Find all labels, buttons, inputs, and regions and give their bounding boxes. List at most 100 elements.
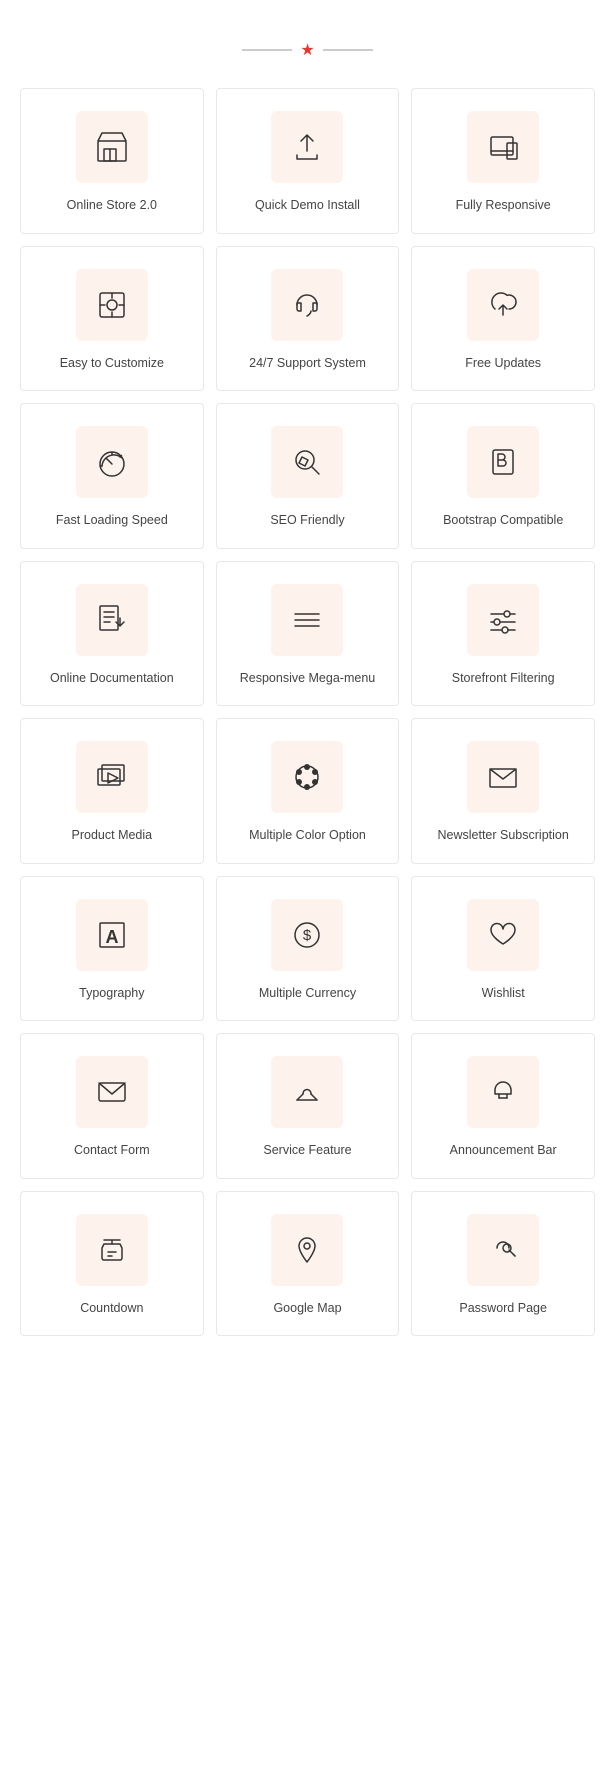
feature-label-password-page: Password Page (459, 1300, 547, 1318)
feature-card-password-page: Password Page (411, 1191, 595, 1337)
feature-label-wishlist: Wishlist (482, 985, 525, 1003)
seo-friendly-icon-box (271, 426, 343, 498)
bootstrap-icon-box (467, 426, 539, 498)
feature-label-storefront: Storefront Filtering (452, 670, 555, 688)
fast-loading-icon-box (76, 426, 148, 498)
features-grid: Online Store 2.0 Quick Demo Install Full… (20, 88, 595, 1336)
feature-label-mega-menu: Responsive Mega-menu (240, 670, 376, 688)
support-system-icon (289, 287, 325, 323)
product-media-icon-box (76, 741, 148, 813)
feature-card-service-feature: Service Feature (216, 1033, 400, 1179)
feature-card-online-docs: Online Documentation (20, 561, 204, 707)
feature-card-online-store: Online Store 2.0 (20, 88, 204, 234)
feature-card-storefront: Storefront Filtering (411, 561, 595, 707)
feature-label-online-store: Online Store 2.0 (67, 197, 157, 215)
color-option-icon-box (271, 741, 343, 813)
mega-menu-icon-box (271, 584, 343, 656)
divider-line-right (323, 49, 373, 51)
feature-label-easy-customize: Easy to Customize (60, 355, 164, 373)
feature-card-google-map: Google Map (216, 1191, 400, 1337)
feature-card-color-option: Multiple Color Option (216, 718, 400, 864)
typography-icon-box: A (76, 899, 148, 971)
feature-label-currency: Multiple Currency (259, 985, 356, 1003)
feature-label-countdown: Countdown (80, 1300, 143, 1318)
currency-icon-box: $ (271, 899, 343, 971)
contact-form-icon-box (76, 1056, 148, 1128)
product-media-icon (94, 759, 130, 795)
svg-text:A: A (105, 927, 118, 947)
fast-loading-icon (94, 444, 130, 480)
newsletter-icon (485, 759, 521, 795)
feature-card-easy-customize: Easy to Customize (20, 246, 204, 392)
feature-label-seo-friendly: SEO Friendly (270, 512, 344, 530)
fully-responsive-icon (485, 129, 521, 165)
service-feature-icon (289, 1074, 325, 1110)
wishlist-icon-box (467, 899, 539, 971)
feature-label-product-media: Product Media (72, 827, 153, 845)
feature-label-color-option: Multiple Color Option (249, 827, 366, 845)
feature-card-mega-menu: Responsive Mega-menu (216, 561, 400, 707)
feature-label-contact-form: Contact Form (74, 1142, 150, 1160)
feature-card-countdown: Countdown (20, 1191, 204, 1337)
easy-customize-icon-box (76, 269, 148, 341)
password-page-icon (485, 1232, 521, 1268)
header-divider: ★ (20, 40, 595, 60)
section-header: ★ (20, 40, 595, 60)
feature-card-fully-responsive: Fully Responsive (411, 88, 595, 234)
feature-label-support-system: 24/7 Support System (249, 355, 366, 373)
star-icon: ★ (300, 40, 314, 60)
online-docs-icon-box (76, 584, 148, 656)
contact-form-icon (94, 1074, 130, 1110)
google-map-icon-box (271, 1214, 343, 1286)
google-map-icon (289, 1232, 325, 1268)
free-updates-icon (485, 287, 521, 323)
svg-text:$: $ (303, 927, 312, 944)
feature-label-fully-responsive: Fully Responsive (456, 197, 551, 215)
countdown-icon (94, 1232, 130, 1268)
wishlist-icon (485, 917, 521, 953)
feature-label-announcement: Announcement Bar (450, 1142, 557, 1160)
color-option-icon (289, 759, 325, 795)
feature-card-free-updates: Free Updates (411, 246, 595, 392)
feature-label-newsletter: Newsletter Subscription (438, 827, 569, 845)
quick-demo-icon (289, 129, 325, 165)
password-page-icon-box (467, 1214, 539, 1286)
storefront-icon-box (467, 584, 539, 656)
typography-icon: A (94, 917, 130, 953)
divider-line-left (242, 49, 292, 51)
mega-menu-icon (289, 602, 325, 638)
feature-card-announcement: Announcement Bar (411, 1033, 595, 1179)
feature-card-bootstrap: Bootstrap Compatible (411, 403, 595, 549)
feature-label-quick-demo: Quick Demo Install (255, 197, 360, 215)
announcement-icon-box (467, 1056, 539, 1128)
currency-icon: $ (289, 917, 325, 953)
feature-label-service-feature: Service Feature (263, 1142, 351, 1160)
feature-card-seo-friendly: SEO Friendly (216, 403, 400, 549)
feature-card-support-system: 24/7 Support System (216, 246, 400, 392)
quick-demo-icon-box (271, 111, 343, 183)
seo-friendly-icon (289, 444, 325, 480)
support-system-icon-box (271, 269, 343, 341)
feature-label-fast-loading: Fast Loading Speed (56, 512, 168, 530)
feature-label-bootstrap: Bootstrap Compatible (443, 512, 563, 530)
feature-card-product-media: Product Media (20, 718, 204, 864)
easy-customize-icon (94, 287, 130, 323)
feature-label-free-updates: Free Updates (465, 355, 541, 373)
newsletter-icon-box (467, 741, 539, 813)
online-store-icon (94, 129, 130, 165)
feature-card-fast-loading: Fast Loading Speed (20, 403, 204, 549)
feature-card-wishlist: Wishlist (411, 876, 595, 1022)
announcement-icon (485, 1074, 521, 1110)
feature-label-typography: Typography (79, 985, 144, 1003)
feature-card-typography: A Typography (20, 876, 204, 1022)
storefront-icon (485, 602, 521, 638)
fully-responsive-icon-box (467, 111, 539, 183)
countdown-icon-box (76, 1214, 148, 1286)
bootstrap-icon (485, 444, 521, 480)
feature-card-quick-demo: Quick Demo Install (216, 88, 400, 234)
feature-card-currency: $ Multiple Currency (216, 876, 400, 1022)
feature-card-newsletter: Newsletter Subscription (411, 718, 595, 864)
feature-label-google-map: Google Map (273, 1300, 341, 1318)
online-docs-icon (94, 602, 130, 638)
free-updates-icon-box (467, 269, 539, 341)
